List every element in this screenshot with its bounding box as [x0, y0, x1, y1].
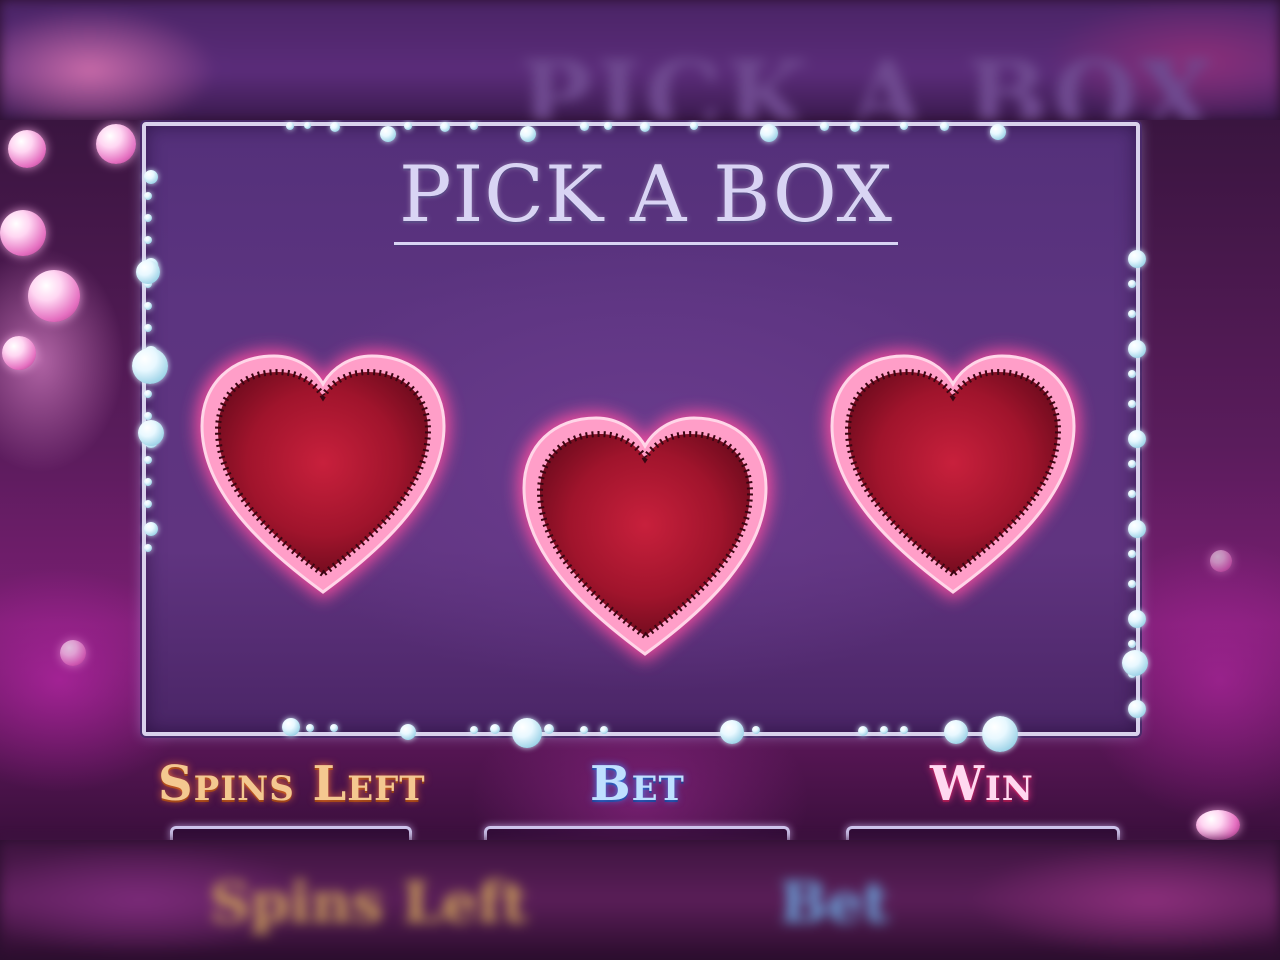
pearl-icon: [380, 126, 396, 142]
pearl-icon: [144, 522, 158, 536]
pearl-icon: [282, 718, 300, 736]
pearl-icon: [544, 724, 554, 734]
pearl-icon: [1128, 310, 1136, 318]
pearl-icon: [144, 324, 152, 332]
game-screen: PICK A BOX PICK A BOX Spins Left Bet Win…: [0, 0, 1280, 960]
pearl-icon: [1128, 580, 1136, 588]
title-underline: [394, 242, 898, 245]
pearl-icon: [880, 726, 888, 734]
heart-box-icon: [826, 350, 1080, 600]
pink-gem-icon: [0, 210, 46, 256]
blurred-bet-echo: Bet: [780, 870, 889, 936]
pearl-icon: [940, 122, 949, 131]
pearl-icon: [330, 724, 338, 732]
pearl-icon: [760, 124, 778, 142]
pearl-icon: [304, 122, 311, 129]
pearl-icon: [1128, 400, 1136, 408]
pick-a-box-panel: PICK A BOX: [142, 122, 1140, 736]
spins-left-value-box: [170, 826, 412, 840]
pearl-icon: [640, 122, 650, 132]
pearl-icon: [144, 412, 152, 420]
pink-gem-icon: [1196, 810, 1240, 840]
pearl-icon: [330, 122, 340, 132]
pearl-icon: [490, 724, 500, 734]
pearl-icon: [982, 716, 1018, 752]
pearl-icon: [900, 122, 908, 130]
blurred-spins-echo: Spins Left: [210, 870, 528, 936]
pearl-icon: [144, 544, 152, 552]
heart-box-icon: [518, 412, 772, 662]
pearl-icon: [144, 236, 152, 244]
pink-gem-icon: [28, 270, 80, 322]
heart-box-left[interactable]: [188, 342, 458, 612]
pearl-icon: [1128, 280, 1136, 288]
pearl-icon: [604, 122, 612, 130]
pearl-icon: [144, 170, 158, 184]
blurred-backdrop-top: PICK A BOX: [0, 0, 1280, 120]
pearl-icon: [580, 726, 588, 734]
bet-label: Bet: [590, 756, 685, 812]
pearl-icon: [690, 122, 698, 130]
pearl-icon: [440, 122, 450, 132]
page-title: PICK A BOX: [398, 150, 894, 240]
pearl-icon: [752, 726, 760, 734]
win-label: Win: [930, 756, 1034, 812]
pearl-icon: [1128, 430, 1146, 448]
pearl-icon: [512, 718, 542, 748]
pearl-icon: [1128, 460, 1136, 468]
game-area: PICK A BOX Spins Left Bet Win: [0, 120, 1280, 840]
pearl-icon: [1128, 370, 1136, 378]
pearl-icon: [1128, 640, 1136, 648]
blurred-title-echo: PICK A BOX: [520, 40, 1218, 120]
spins-left-label: Spins Left: [158, 756, 426, 812]
pearl-icon: [144, 456, 152, 464]
pearl-icon: [1128, 550, 1136, 558]
pearl-icon: [1128, 610, 1146, 628]
pink-gem-icon: [60, 640, 86, 666]
pearl-icon: [820, 122, 829, 131]
pearl-icon: [1128, 250, 1146, 268]
pearl-icon: [1122, 650, 1148, 676]
pearl-icon: [286, 122, 294, 130]
pearl-icon: [144, 302, 152, 310]
pearl-icon: [520, 126, 536, 142]
pearl-icon: [144, 390, 152, 398]
pearl-icon: [858, 726, 868, 736]
pearl-icon: [306, 724, 314, 732]
pearl-icon: [138, 420, 164, 446]
heart-box-middle[interactable]: [510, 404, 780, 674]
heart-box-icon: [196, 350, 450, 600]
pearl-icon: [1128, 490, 1136, 498]
pink-gem-icon: [1210, 550, 1232, 572]
pearl-icon: [580, 122, 589, 131]
pearl-icon: [144, 500, 152, 508]
win-value-box: [846, 826, 1120, 840]
pearl-icon: [144, 478, 152, 486]
pearl-icon: [144, 192, 152, 200]
pearl-icon: [132, 348, 168, 384]
heart-box-right[interactable]: [818, 342, 1088, 612]
pearl-icon: [1128, 700, 1146, 718]
pearl-icon: [990, 124, 1006, 140]
pearl-icon: [944, 720, 968, 744]
pearl-icon: [600, 726, 608, 734]
pearl-icon: [720, 720, 744, 744]
pearl-icon: [850, 122, 860, 132]
pearl-icon: [1128, 340, 1146, 358]
pearl-icon: [900, 726, 908, 734]
blurred-backdrop-bottom: Spins Left Bet: [0, 840, 1280, 960]
pearl-icon: [1128, 520, 1146, 538]
pink-gem-icon: [2, 336, 36, 370]
pearl-icon: [470, 726, 478, 734]
pearl-icon: [470, 122, 478, 130]
pearl-icon: [144, 214, 152, 222]
pearl-icon: [400, 724, 416, 740]
pearl-icon: [136, 260, 160, 284]
bet-value-box: [484, 826, 790, 840]
pearl-icon: [404, 122, 412, 130]
pink-gem-icon: [96, 124, 136, 164]
pink-gem-icon: [8, 130, 46, 168]
